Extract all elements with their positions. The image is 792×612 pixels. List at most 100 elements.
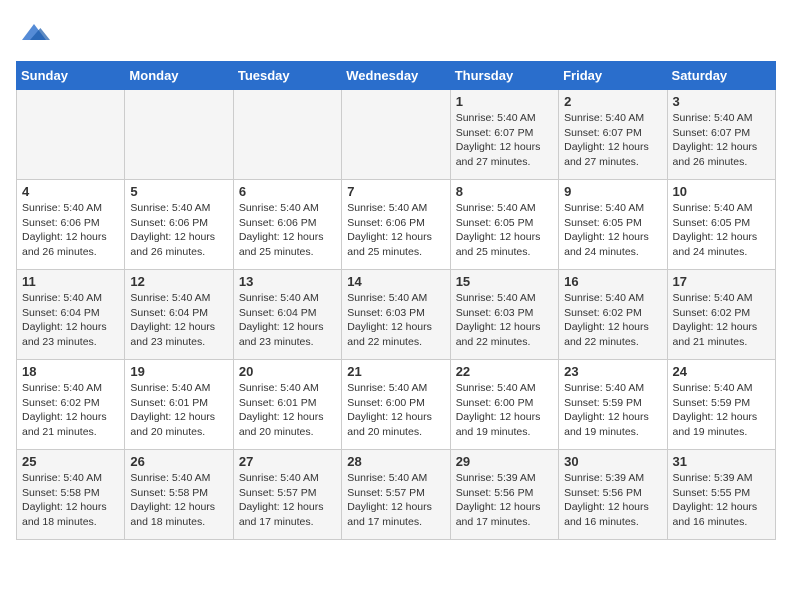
calendar-table: Sunday Monday Tuesday Wednesday Thursday… — [16, 61, 776, 540]
day-cell: 16 Sunrise: 5:40 AM Sunset: 6:02 PM Dayli… — [559, 270, 667, 360]
day-number: 21 — [347, 364, 444, 379]
day-detail: Sunrise: 5:40 AM Sunset: 5:59 PM Dayligh… — [564, 381, 661, 440]
day-cell: 24 Sunrise: 5:40 AM Sunset: 5:59 PM Dayli… — [667, 360, 775, 450]
day-detail: Sunrise: 5:40 AM Sunset: 6:07 PM Dayligh… — [673, 111, 770, 170]
day-detail: Sunrise: 5:40 AM Sunset: 6:00 PM Dayligh… — [456, 381, 553, 440]
day-cell: 5 Sunrise: 5:40 AM Sunset: 6:06 PM Daylig… — [125, 180, 233, 270]
day-number: 14 — [347, 274, 444, 289]
day-number: 11 — [22, 274, 119, 289]
day-number: 16 — [564, 274, 661, 289]
day-number: 9 — [564, 184, 661, 199]
day-detail: Sunrise: 5:39 AM Sunset: 5:56 PM Dayligh… — [456, 471, 553, 530]
day-detail: Sunrise: 5:40 AM Sunset: 6:02 PM Dayligh… — [564, 291, 661, 350]
day-detail: Sunrise: 5:40 AM Sunset: 6:05 PM Dayligh… — [564, 201, 661, 260]
day-number: 6 — [239, 184, 336, 199]
day-cell: 13 Sunrise: 5:40 AM Sunset: 6:04 PM Dayli… — [233, 270, 341, 360]
day-detail: Sunrise: 5:40 AM Sunset: 6:02 PM Dayligh… — [22, 381, 119, 440]
day-detail: Sunrise: 5:40 AM Sunset: 6:04 PM Dayligh… — [22, 291, 119, 350]
day-detail: Sunrise: 5:40 AM Sunset: 6:04 PM Dayligh… — [239, 291, 336, 350]
day-number: 29 — [456, 454, 553, 469]
col-saturday: Saturday — [667, 62, 775, 90]
day-detail: Sunrise: 5:40 AM Sunset: 5:57 PM Dayligh… — [347, 471, 444, 530]
day-detail: Sunrise: 5:40 AM Sunset: 6:01 PM Dayligh… — [239, 381, 336, 440]
col-wednesday: Wednesday — [342, 62, 450, 90]
day-number: 8 — [456, 184, 553, 199]
day-cell: 30 Sunrise: 5:39 AM Sunset: 5:56 PM Dayli… — [559, 450, 667, 540]
day-number: 26 — [130, 454, 227, 469]
day-detail: Sunrise: 5:40 AM Sunset: 6:03 PM Dayligh… — [347, 291, 444, 350]
header-row: Sunday Monday Tuesday Wednesday Thursday… — [17, 62, 776, 90]
col-friday: Friday — [559, 62, 667, 90]
col-sunday: Sunday — [17, 62, 125, 90]
day-number: 13 — [239, 274, 336, 289]
day-detail: Sunrise: 5:40 AM Sunset: 5:58 PM Dayligh… — [130, 471, 227, 530]
day-cell: 25Sunrise: 5:40 AM Sunset: 5:58 PM Dayli… — [17, 450, 125, 540]
day-cell: 9 Sunrise: 5:40 AM Sunset: 6:05 PM Daylig… — [559, 180, 667, 270]
day-number: 27 — [239, 454, 336, 469]
day-number: 18 — [22, 364, 119, 379]
day-cell: 2 Sunrise: 5:40 AM Sunset: 6:07 PM Daylig… — [559, 90, 667, 180]
day-number: 20 — [239, 364, 336, 379]
day-cell: 21 Sunrise: 5:40 AM Sunset: 6:00 PM Dayli… — [342, 360, 450, 450]
day-cell — [342, 90, 450, 180]
logo-icon — [18, 16, 50, 48]
day-number: 17 — [673, 274, 770, 289]
day-detail: Sunrise: 5:40 AM Sunset: 5:57 PM Dayligh… — [239, 471, 336, 530]
day-detail: Sunrise: 5:40 AM Sunset: 6:01 PM Dayligh… — [130, 381, 227, 440]
day-detail: Sunrise: 5:40 AM Sunset: 6:07 PM Dayligh… — [456, 111, 553, 170]
logo — [16, 16, 50, 53]
day-cell: 11 Sunrise: 5:40 AM Sunset: 6:04 PM Dayli… — [17, 270, 125, 360]
day-cell: 6 Sunrise: 5:40 AM Sunset: 6:06 PM Daylig… — [233, 180, 341, 270]
day-cell: 18 Sunrise: 5:40 AM Sunset: 6:02 PM Dayli… — [17, 360, 125, 450]
day-cell: 28 Sunrise: 5:40 AM Sunset: 5:57 PM Dayli… — [342, 450, 450, 540]
week-row-3: 11 Sunrise: 5:40 AM Sunset: 6:04 PM Dayli… — [17, 270, 776, 360]
day-detail: Sunrise: 5:40 AM Sunset: 5:59 PM Dayligh… — [673, 381, 770, 440]
week-row-1: 1 Sunrise: 5:40 AM Sunset: 6:07 PM Daylig… — [17, 90, 776, 180]
day-cell — [17, 90, 125, 180]
day-cell: 3 Sunrise: 5:40 AM Sunset: 6:07 PM Daylig… — [667, 90, 775, 180]
day-cell: 7Sunrise: 5:40 AM Sunset: 6:06 PM Daylig… — [342, 180, 450, 270]
day-number: 2 — [564, 94, 661, 109]
day-number: 4 — [22, 184, 119, 199]
day-cell: 19Sunrise: 5:40 AM Sunset: 6:01 PM Dayli… — [125, 360, 233, 450]
day-number: 1 — [456, 94, 553, 109]
col-monday: Monday — [125, 62, 233, 90]
day-number: 22 — [456, 364, 553, 379]
week-row-5: 25 Sunrise: 5:40 AM Sunset: 5:58 PM Dayli… — [17, 450, 776, 540]
day-cell: 17 Sunrise: 5:40 AM Sunset: 6:02 PM Dayli… — [667, 270, 775, 360]
day-number: 3 — [673, 94, 770, 109]
day-number: 23 — [564, 364, 661, 379]
day-detail: Sunrise: 5:40 AM Sunset: 6:06 PM Dayligh… — [22, 201, 119, 260]
day-detail: Sunrise: 5:39 AM Sunset: 5:56 PM Dayligh… — [564, 471, 661, 530]
day-number: 31 — [673, 454, 770, 469]
day-detail: Sunrise: 5:40 AM Sunset: 6:00 PM Dayligh… — [347, 381, 444, 440]
calendar-body: 1 Sunrise: 5:40 AM Sunset: 6:07 PM Daylig… — [17, 90, 776, 540]
week-row-2: 4 Sunrise: 5:40 AM Sunset: 6:06 PM Daylig… — [17, 180, 776, 270]
day-detail: Sunrise: 5:39 AM Sunset: 5:55 PM Dayligh… — [673, 471, 770, 530]
day-cell: 22 Sunrise: 5:40 AM Sunset: 6:00 PM Dayli… — [450, 360, 558, 450]
day-cell — [125, 90, 233, 180]
day-detail: Sunrise: 5:40 AM Sunset: 6:05 PM Dayligh… — [673, 201, 770, 260]
day-cell — [233, 90, 341, 180]
col-thursday: Thursday — [450, 62, 558, 90]
page-header — [16, 16, 776, 53]
day-number: 24 — [673, 364, 770, 379]
day-number: 30 — [564, 454, 661, 469]
day-cell: 10 Sunrise: 5:40 AM Sunset: 6:05 PM Dayli… — [667, 180, 775, 270]
day-number: 5 — [130, 184, 227, 199]
day-cell: 31 Sunrise: 5:39 AM Sunset: 5:55 PM Dayli… — [667, 450, 775, 540]
day-detail: Sunrise: 5:40 AM Sunset: 6:07 PM Dayligh… — [564, 111, 661, 170]
day-detail: Sunrise: 5:40 AM Sunset: 6:06 PM Dayligh… — [130, 201, 227, 260]
day-detail: Sunrise: 5:40 AM Sunset: 6:03 PM Dayligh… — [456, 291, 553, 350]
day-cell: 4 Sunrise: 5:40 AM Sunset: 6:06 PM Daylig… — [17, 180, 125, 270]
day-number: 15 — [456, 274, 553, 289]
day-cell: 29 Sunrise: 5:39 AM Sunset: 5:56 PM Dayli… — [450, 450, 558, 540]
day-cell: 20 Sunrise: 5:40 AM Sunset: 6:01 PM Dayli… — [233, 360, 341, 450]
day-number: 25 — [22, 454, 119, 469]
day-detail: Sunrise: 5:40 AM Sunset: 6:06 PM Dayligh… — [239, 201, 336, 260]
day-number: 10 — [673, 184, 770, 199]
day-detail: Sunrise: 5:40 AM Sunset: 6:02 PM Dayligh… — [673, 291, 770, 350]
day-number: 28 — [347, 454, 444, 469]
day-detail: Sunrise: 5:40 AM Sunset: 6:04 PM Dayligh… — [130, 291, 227, 350]
week-row-4: 18 Sunrise: 5:40 AM Sunset: 6:02 PM Dayli… — [17, 360, 776, 450]
